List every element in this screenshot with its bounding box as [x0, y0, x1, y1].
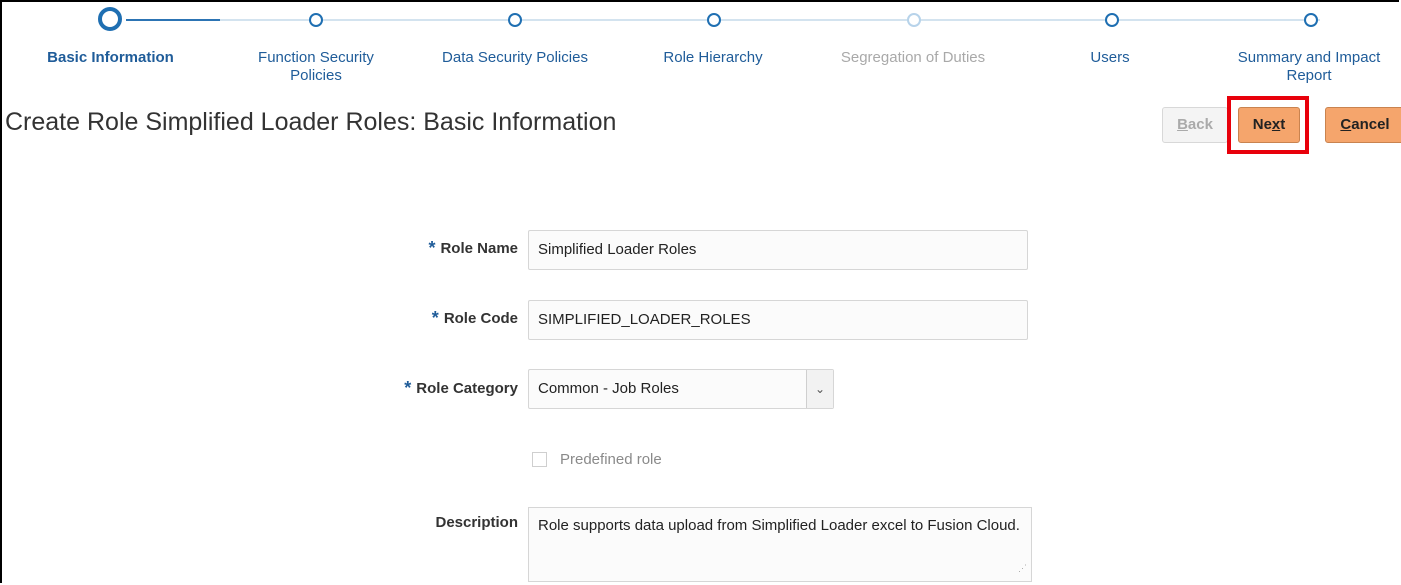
role-category-value: Common - Job Roles: [538, 380, 679, 397]
role-name-input[interactable]: Simplified Loader Roles: [528, 230, 1028, 270]
step-function-security-policies[interactable]: Function Security Policies: [236, 49, 396, 85]
required-marker: *: [404, 378, 412, 398]
predefined-role-label: Predefined role: [560, 451, 662, 468]
step-role-hierarchy[interactable]: Role Hierarchy: [638, 49, 788, 67]
required-marker: *: [431, 308, 439, 328]
train-connector: [220, 19, 1320, 21]
chevron-down-icon[interactable]: ⌄: [806, 370, 833, 408]
cancel-button[interactable]: Cancel: [1325, 107, 1401, 143]
role-code-label: * Role Code: [431, 308, 518, 328]
step-basic-information-indicator[interactable]: [98, 7, 122, 31]
step-summary-indicator[interactable]: [1304, 13, 1318, 27]
description-label: Description: [435, 514, 518, 531]
next-button-highlight: [1227, 96, 1309, 154]
step-basic-information[interactable]: Basic Information: [28, 49, 193, 67]
resize-handle-icon[interactable]: ⋰: [1018, 558, 1027, 578]
page-title: Create Role Simplified Loader Roles: Bas…: [5, 108, 617, 136]
window-frame: [0, 0, 1399, 583]
description-textarea[interactable]: Role supports data upload from Simplifie…: [528, 507, 1032, 582]
role-category-label: * Role Category: [404, 378, 518, 398]
step-users-indicator[interactable]: [1105, 13, 1119, 27]
step-data-security-policies[interactable]: Data Security Policies: [420, 49, 610, 67]
description-value: Role supports data upload from Simplifie…: [538, 517, 1020, 534]
step-segregation-of-duties: Segregation of Duties: [840, 49, 986, 66]
role-category-select[interactable]: Common - Job Roles ⌄: [528, 369, 834, 409]
required-marker: *: [428, 238, 436, 258]
step-segregation-indicator: [907, 13, 921, 27]
role-name-label: * Role Name: [428, 238, 518, 258]
back-button: Back: [1162, 107, 1228, 143]
role-code-input[interactable]: SIMPLIFIED_LOADER_ROLES: [528, 300, 1028, 340]
step-role-hierarchy-indicator[interactable]: [707, 13, 721, 27]
step-function-security-indicator[interactable]: [309, 13, 323, 27]
step-users[interactable]: Users: [1070, 49, 1150, 67]
train-connector: [126, 19, 220, 21]
step-summary-and-impact-report[interactable]: Summary and Impact Report: [1223, 49, 1395, 85]
step-data-security-indicator[interactable]: [508, 13, 522, 27]
predefined-role-checkbox: [532, 452, 547, 467]
